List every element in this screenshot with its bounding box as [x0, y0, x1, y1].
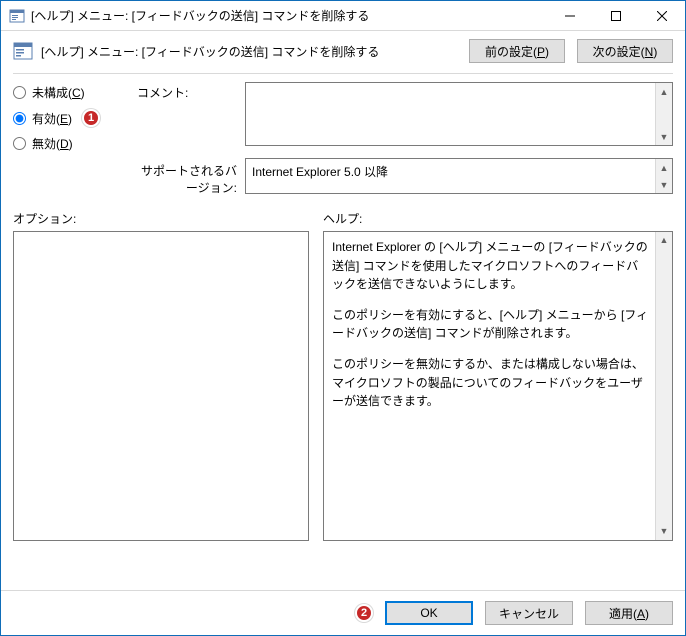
- window-title: [ヘルプ] メニュー: [フィードバックの送信] コマンドを削除する: [31, 7, 547, 24]
- scroll-up-icon[interactable]: ▲: [656, 232, 672, 249]
- window-controls: [547, 1, 685, 30]
- help-paragraph: このポリシーを無効にするか、または構成しない場合は、マイクロソフトの製品について…: [332, 355, 650, 411]
- next-setting-button[interactable]: 次の設定(N): [577, 39, 673, 63]
- scroll-down-icon[interactable]: ▼: [656, 176, 672, 193]
- help-paragraph: このポリシーを有効にすると、[ヘルプ] メニューから [フィードバックの送信] …: [332, 306, 650, 343]
- scrollbar[interactable]: ▲ ▼: [655, 159, 672, 193]
- help-pane: Internet Explorer の [ヘルプ] メニューの [フィードバック…: [323, 231, 673, 541]
- supported-versions-text: Internet Explorer 5.0 以降: [252, 165, 388, 179]
- radio-enabled[interactable]: [13, 112, 26, 125]
- dialog-footer: 2 OK キャンセル 適用(A): [1, 590, 685, 635]
- scroll-up-icon[interactable]: ▲: [656, 159, 672, 176]
- divider: [13, 73, 673, 74]
- policy-icon: [13, 41, 33, 61]
- options-pane: [13, 231, 309, 541]
- ok-button[interactable]: OK: [385, 601, 473, 625]
- cancel-button[interactable]: キャンセル: [485, 601, 573, 625]
- help-paragraph: Internet Explorer の [ヘルプ] メニューの [フィードバック…: [332, 238, 650, 294]
- help-label: ヘルプ:: [323, 210, 362, 227]
- apply-button[interactable]: 適用(A): [585, 601, 673, 625]
- scroll-down-icon[interactable]: ▼: [656, 128, 672, 145]
- options-label: オプション:: [13, 210, 323, 227]
- app-icon: [9, 8, 25, 24]
- maximize-button[interactable]: [593, 1, 639, 30]
- minimize-button[interactable]: [547, 1, 593, 30]
- radio-not-configured[interactable]: [13, 86, 26, 99]
- previous-setting-button[interactable]: 前の設定(P): [469, 39, 565, 63]
- scroll-down-icon[interactable]: ▼: [656, 523, 672, 540]
- comment-textbox[interactable]: ▲ ▼: [245, 82, 673, 146]
- radio-disabled-label: 無効(D): [32, 135, 73, 152]
- radio-enabled-label: 有効(E): [32, 110, 72, 127]
- scroll-up-icon[interactable]: ▲: [656, 83, 672, 100]
- radio-not-configured-label: 未構成(C): [32, 84, 85, 101]
- close-button[interactable]: [639, 1, 685, 30]
- page-title: [ヘルプ] メニュー: [フィードバックの送信] コマンドを削除する: [41, 43, 379, 60]
- annotation-badge-2: 2: [355, 604, 373, 622]
- supported-versions-box: Internet Explorer 5.0 以降 ▲ ▼: [245, 158, 673, 194]
- comment-label: コメント:: [137, 82, 237, 101]
- scrollbar[interactable]: ▲ ▼: [655, 83, 672, 145]
- annotation-badge-1: 1: [82, 109, 100, 127]
- scrollbar[interactable]: ▲ ▼: [655, 232, 672, 540]
- state-radio-group: 未構成(C) 有効(E) 1 無効(D): [13, 82, 123, 152]
- radio-disabled[interactable]: [13, 137, 26, 150]
- supported-label: サポートされるバージョン:: [137, 158, 237, 196]
- titlebar: [ヘルプ] メニュー: [フィードバックの送信] コマンドを削除する: [1, 1, 685, 31]
